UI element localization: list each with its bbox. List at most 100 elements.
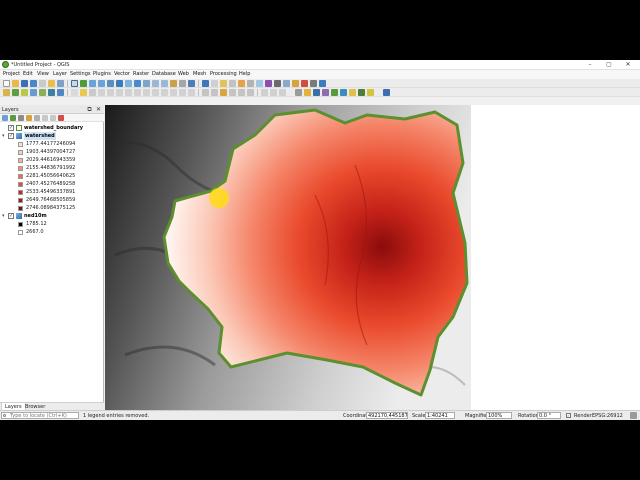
new-print-layout-icon[interactable] <box>39 80 46 87</box>
menu-plugins[interactable]: Plugins <box>93 71 111 78</box>
remove-layer-icon[interactable] <box>58 115 64 121</box>
current-edits-icon[interactable] <box>71 89 78 96</box>
add-vector-layer-icon[interactable] <box>12 89 19 96</box>
save-project-icon[interactable] <box>21 80 28 87</box>
locator-search-input[interactable]: Type to locate (Ctrl+K) <box>1 412 79 419</box>
add-postgis-icon[interactable] <box>57 89 64 96</box>
zoom-to-layer-icon[interactable] <box>134 80 141 87</box>
save-as-icon[interactable] <box>30 80 37 87</box>
menu-vector[interactable]: Vector <box>114 71 130 78</box>
close-panel-icon[interactable]: ✕ <box>95 106 102 113</box>
new-bookmark-icon[interactable] <box>170 80 177 87</box>
layer-name[interactable]: watershed <box>24 132 56 140</box>
layer-styling-icon[interactable] <box>322 89 329 96</box>
open-project-icon[interactable] <box>12 80 19 87</box>
add-csv-layer-icon[interactable] <box>39 89 46 96</box>
close-button[interactable]: ✕ <box>622 61 634 69</box>
zoom-next-icon[interactable] <box>161 80 168 87</box>
menu-raster[interactable]: Raster <box>133 71 149 78</box>
magnifier-field[interactable]: 100% <box>486 412 512 419</box>
merge-features-icon[interactable] <box>188 89 195 96</box>
highlight-labels-icon[interactable] <box>220 89 227 96</box>
add-group-icon[interactable] <box>10 115 16 121</box>
menu-help[interactable]: Help <box>239 71 250 78</box>
sigma-statistics-icon[interactable] <box>313 89 320 96</box>
map-canvas[interactable] <box>105 105 640 410</box>
paste-features-icon[interactable] <box>143 89 150 96</box>
toggle-editing-icon[interactable] <box>80 89 87 96</box>
self-snapping-icon[interactable] <box>279 89 286 96</box>
render-checkbox[interactable]: ✓ <box>566 413 571 418</box>
layer-name[interactable]: watershed_boundary <box>24 124 83 132</box>
action-icon[interactable] <box>211 80 218 87</box>
zoom-last-icon[interactable] <box>152 80 159 87</box>
pan-map-icon[interactable] <box>71 80 78 87</box>
minimize-button[interactable]: – <box>584 61 596 69</box>
zoom-to-selection-icon[interactable] <box>125 80 132 87</box>
field-calculator-icon[interactable] <box>256 80 263 87</box>
plugin-b-icon[interactable] <box>349 89 356 96</box>
vertex-tool-icon[interactable] <box>107 89 114 96</box>
menu-web[interactable]: Web <box>178 71 189 78</box>
rendering-icon[interactable] <box>304 89 311 96</box>
delete-selected-icon[interactable] <box>116 89 123 96</box>
zoom-rubber-band-icon[interactable] <box>107 80 114 87</box>
refresh-icon[interactable] <box>188 80 195 87</box>
zoom-native-icon[interactable] <box>143 80 150 87</box>
layer-watershed[interactable]: ▾ ✓ watershed <box>0 132 104 140</box>
select-features-icon[interactable] <box>220 80 227 87</box>
coordinate-field[interactable]: 492170,4451873 <box>366 412 408 419</box>
redo-icon[interactable] <box>161 89 168 96</box>
move-label-icon[interactable] <box>229 89 236 96</box>
text-annotation-icon[interactable] <box>292 80 299 87</box>
layer-visibility-checkbox[interactable]: ✓ <box>8 125 14 131</box>
new-project-icon[interactable] <box>3 80 10 87</box>
map-tips-icon[interactable] <box>283 80 290 87</box>
undo-icon[interactable] <box>152 89 159 96</box>
zoom-out-icon[interactable] <box>98 80 105 87</box>
statistical-summary-icon[interactable] <box>265 80 272 87</box>
layout-manager-icon[interactable] <box>48 80 55 87</box>
add-feature-icon[interactable] <box>98 89 105 96</box>
expand-chevron-icon[interactable]: ▾ <box>2 212 5 220</box>
add-raster-layer-icon[interactable] <box>21 89 28 96</box>
manage-visibility-icon[interactable] <box>18 115 24 121</box>
cut-features-icon[interactable] <box>125 89 132 96</box>
deselect-all-icon[interactable] <box>238 80 245 87</box>
menu-settings[interactable]: Settings <box>70 71 91 78</box>
zoom-in-icon[interactable] <box>89 80 96 87</box>
help-icon[interactable] <box>319 80 326 87</box>
filter-expression-icon[interactable] <box>34 115 40 121</box>
filter-legend-icon[interactable] <box>26 115 32 121</box>
layer-visibility-checkbox[interactable]: ✓ <box>8 213 14 219</box>
plugin-d-icon[interactable] <box>367 89 374 96</box>
tracing-icon[interactable] <box>270 89 277 96</box>
identify-features-icon[interactable] <box>202 80 209 87</box>
data-source-manager-icon[interactable] <box>3 89 10 96</box>
plugin-a-icon[interactable] <box>340 89 347 96</box>
rotate-label-icon[interactable] <box>238 89 245 96</box>
change-label-icon[interactable] <box>247 89 254 96</box>
open-styling-panel-icon[interactable] <box>2 115 8 121</box>
select-by-value-icon[interactable] <box>229 80 236 87</box>
georeferencer-icon[interactable] <box>331 89 338 96</box>
menu-database[interactable]: Database <box>152 71 176 78</box>
snapping-icon[interactable] <box>261 89 268 96</box>
menu-mesh[interactable]: Mesh <box>193 71 206 78</box>
add-spatialite-icon[interactable] <box>48 89 55 96</box>
collapse-all-icon[interactable] <box>50 115 56 121</box>
split-features-icon[interactable] <box>179 89 186 96</box>
add-mesh-layer-icon[interactable] <box>30 89 37 96</box>
layer-ned10m[interactable]: ▾ ✓ ned10m <box>0 212 104 220</box>
pin-labels-icon[interactable] <box>211 89 218 96</box>
float-panel-icon[interactable]: ⧉ <box>86 106 93 113</box>
crs-button[interactable]: EPSG:26912 <box>592 413 623 419</box>
zoom-full-icon[interactable] <box>116 80 123 87</box>
layer-visibility-checkbox[interactable]: ✓ <box>8 133 14 139</box>
style-manager-icon[interactable] <box>57 80 64 87</box>
scale-field[interactable]: 1:40241 <box>425 412 455 419</box>
menu-layer[interactable]: Layer <box>53 71 67 78</box>
plugin-c-icon[interactable] <box>358 89 365 96</box>
copy-features-icon[interactable] <box>134 89 141 96</box>
menu-edit[interactable]: Edit <box>23 71 33 78</box>
